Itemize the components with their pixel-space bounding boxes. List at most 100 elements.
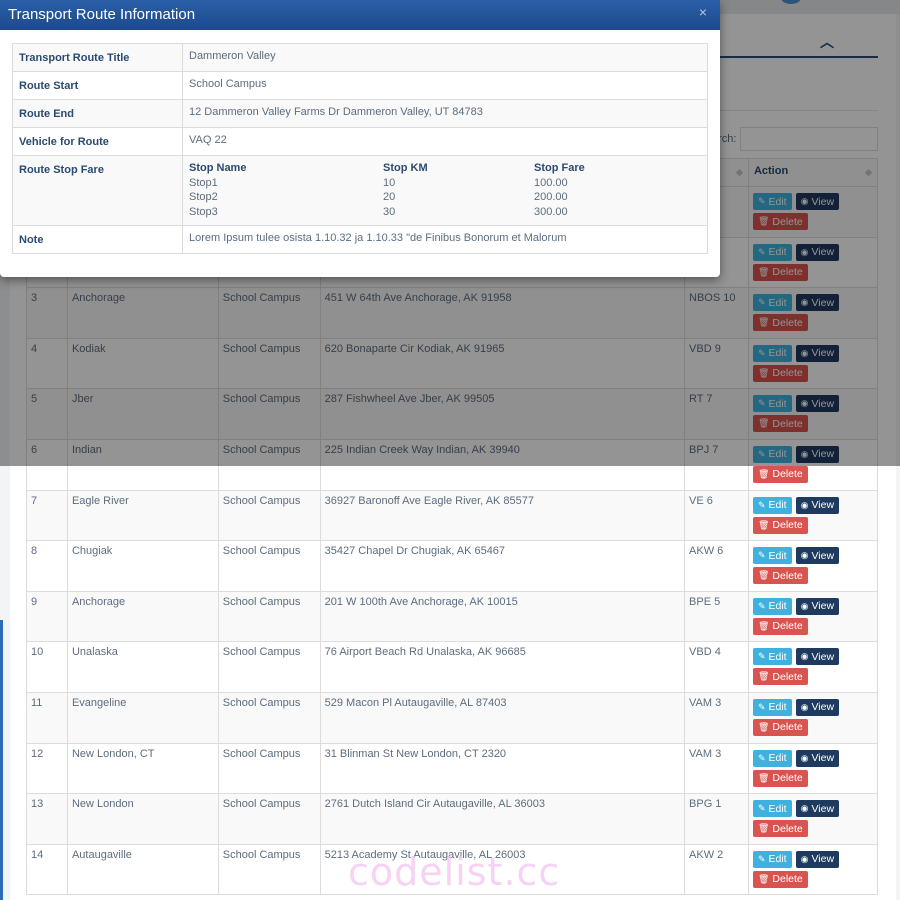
delete-button[interactable]: 🗑 Delete [752, 718, 808, 736]
row-number: 8 [26, 540, 68, 592]
route-end: 36927 Baronoff Ave Eagle River, AK 85577 [319, 489, 686, 542]
eye-icon: ◉ [800, 701, 809, 712]
detail-row: Transport Route Title Dammeron Valley [12, 43, 708, 72]
sidebar-edge [0, 620, 3, 900]
route-title: New London [66, 793, 219, 845]
edit-button[interactable]: ✎ Edit [752, 850, 792, 868]
view-button[interactable]: ◉ View [795, 597, 840, 615]
edit-button[interactable]: ✎ Edit [752, 547, 792, 565]
edit-label: Edit [768, 650, 787, 663]
edit-icon: ✎ [757, 752, 766, 763]
row-actions: ✎ Edit ◉ View 🗑 Delete [747, 742, 879, 795]
detail-value: School Campus [182, 71, 708, 100]
route-title: Autaugaville [66, 843, 219, 896]
detail-label: Route End [12, 99, 183, 128]
delete-button[interactable]: 🗑 Delete [752, 465, 808, 483]
trash-icon: 🗑 [757, 519, 770, 530]
view-button[interactable]: ◉ View [795, 698, 840, 716]
route-start: School Campus [217, 590, 321, 643]
route-start: School Campus [217, 691, 321, 744]
edit-button[interactable]: ✎ Edit [752, 698, 792, 716]
stop-fare-header: Stop Name Stop KM Stop Fare [189, 161, 629, 176]
edit-button[interactable]: ✎ Edit [752, 800, 792, 818]
eye-icon: ◉ [800, 499, 809, 510]
delete-button[interactable]: 🗑 Delete [752, 820, 808, 838]
delete-button[interactable]: 🗑 Delete [752, 567, 808, 585]
row-actions: ✎ Edit ◉ View 🗑 Delete [747, 793, 879, 845]
eye-icon: ◉ [800, 853, 809, 864]
delete-button[interactable]: 🗑 Delete [752, 516, 808, 534]
delete-label: Delete [772, 620, 803, 633]
stop-fare-header-cell: Stop Name [189, 162, 247, 174]
edit-button[interactable]: ✎ Edit [752, 749, 792, 767]
modal-title: Transport Route Information [8, 6, 196, 23]
edit-button[interactable]: ✎ Edit [752, 597, 792, 615]
vehicle: VAM 3 [684, 691, 749, 744]
table-row: 12 New London, CT School Campus 31 Blinman … [26, 742, 879, 795]
route-detail-table: Transport Route Title Dammeron Valley Ro… [12, 43, 708, 254]
row-number: 11 [26, 691, 68, 744]
delete-button[interactable]: 🗑 Delete [752, 617, 808, 635]
route-title: Evangeline [66, 691, 219, 744]
edit-icon: ✎ [757, 600, 766, 611]
table-row: 10 Unalaska School Campus 76 Airport Beach … [26, 641, 879, 693]
stop-name: Stop1 [189, 176, 218, 189]
stop-km: 30 [383, 205, 396, 218]
detail-row: Vehicle for Route VAQ 22 [12, 127, 708, 156]
route-info-modal: Transport Route Information × Transport … [0, 0, 720, 277]
vehicle: VBD 4 [684, 641, 749, 693]
row-number: 7 [26, 489, 68, 542]
table-row: 13 New London School Campus 2761 Dutch Isla… [26, 793, 879, 845]
view-label: View [811, 752, 835, 765]
view-button[interactable]: ◉ View [795, 850, 840, 868]
eye-icon: ◉ [800, 651, 809, 662]
stop-fare-table: Stop Name Stop KM Stop Fare Stop1 10 100.0… [189, 161, 629, 219]
edit-icon: ✎ [757, 550, 766, 561]
edit-icon: ✎ [757, 651, 766, 662]
delete-button[interactable]: 🗑 Delete [752, 668, 808, 686]
route-title: Eagle River [66, 489, 219, 542]
trash-icon: 🗑 [757, 620, 770, 631]
eye-icon: ◉ [800, 550, 809, 561]
stop-fare-row: Stop2 20 200.00 [189, 190, 629, 205]
delete-button[interactable]: 🗑 Delete [752, 870, 808, 888]
modal-header: Transport Route Information × [0, 0, 720, 30]
close-icon[interactable]: × [699, 4, 707, 20]
row-actions: ✎ Edit ◉ View 🗑 Delete [747, 691, 879, 744]
view-button[interactable]: ◉ View [795, 547, 840, 565]
stop-fare: 200.00 [534, 191, 568, 203]
view-button[interactable]: ◉ View [795, 648, 840, 666]
route-end: 529 Macon Pl Autaugaville, AL 87403 [319, 691, 686, 744]
edit-icon: ✎ [757, 853, 766, 864]
row-number: 10 [26, 641, 68, 693]
table-row: 8 Chugiak School Campus 35427 Chapel Dr Chu… [26, 540, 879, 592]
view-button[interactable]: ◉ View [795, 800, 840, 818]
route-start: School Campus [217, 641, 321, 693]
edit-button[interactable]: ✎ Edit [752, 648, 792, 666]
trash-icon: 🗑 [757, 671, 770, 682]
view-label: View [811, 853, 835, 866]
watermark: codelist.cc [348, 850, 561, 894]
table-row: 9 Anchorage School Campus 201 W 100th Ave A… [26, 590, 879, 643]
stop-fare: 300.00 [534, 205, 568, 218]
delete-label: Delete [772, 670, 803, 683]
route-end: 201 W 100th Ave Anchorage, AK 10015 [319, 590, 686, 643]
edit-label: Edit [768, 853, 787, 866]
edit-button[interactable]: ✎ Edit [752, 496, 792, 514]
view-button[interactable]: ◉ View [795, 749, 840, 767]
route-title: Chugiak [66, 540, 219, 592]
route-end: 35427 Chapel Dr Chugiak, AK 65467 [319, 540, 686, 592]
row-actions: ✎ Edit ◉ View 🗑 Delete [747, 489, 879, 542]
vehicle: AKW 2 [684, 843, 749, 896]
route-start: School Campus [217, 793, 321, 845]
delete-label: Delete [772, 569, 803, 582]
edit-icon: ✎ [757, 701, 766, 712]
view-button[interactable]: ◉ View [795, 496, 840, 514]
route-start: School Campus [217, 742, 321, 795]
row-number: 9 [26, 590, 68, 643]
vehicle: BPE 5 [684, 590, 749, 643]
delete-button[interactable]: 🗑 Delete [752, 769, 808, 787]
route-end: 31 Blinman St New London, CT 2320 [319, 742, 686, 795]
delete-label: Delete [772, 873, 803, 886]
modal-body: Transport Route Title Dammeron Valley Ro… [0, 30, 720, 254]
